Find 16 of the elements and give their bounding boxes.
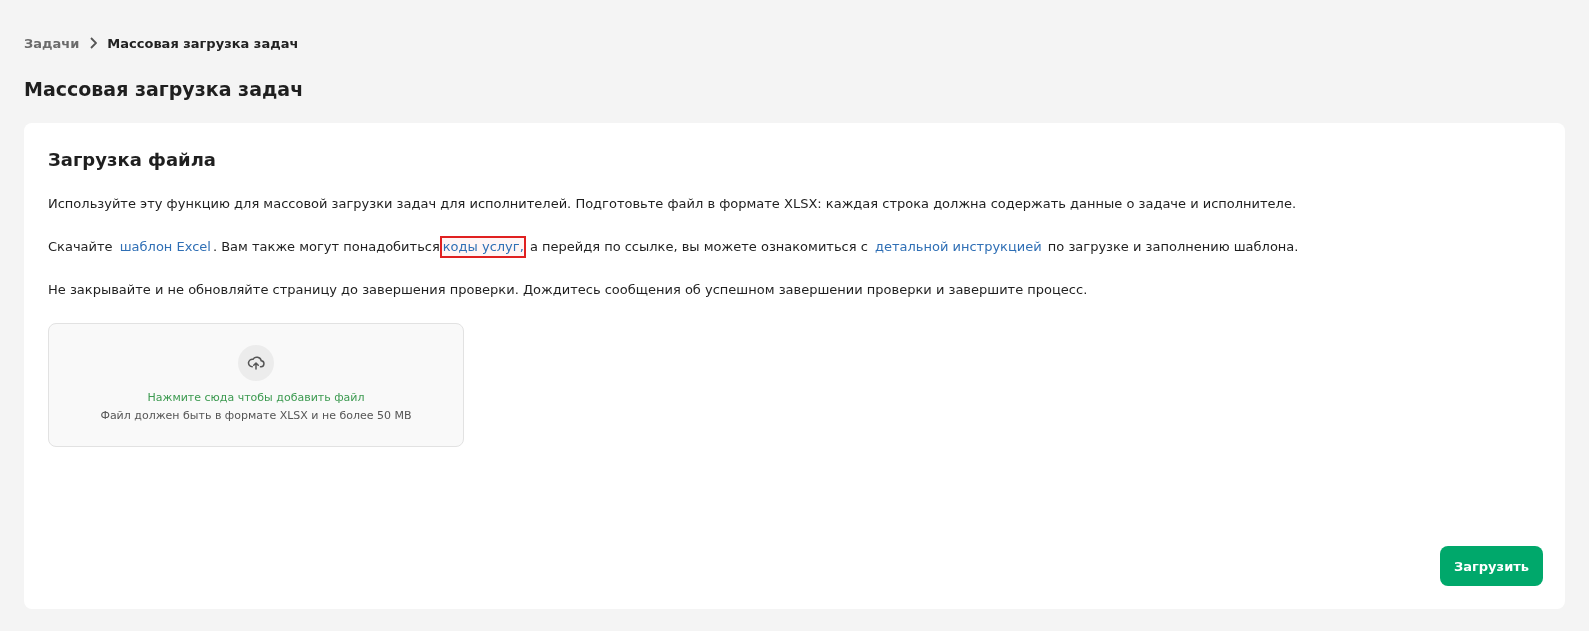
paragraph: Используйте эту функцию для массовой загрузки задач для исполнителей. Подготовьте файл в формате XLSX: каждая строка должна содержать данные о задаче и исполнителе.	[48, 195, 1298, 213]
chevron-right-icon	[89, 37, 98, 49]
breadcrumb-link[interactable]: Задачи	[24, 35, 80, 51]
upload-cloud-icon	[238, 345, 274, 381]
breadcrumb-current: Массовая загрузка задач	[107, 35, 299, 51]
file-dropzone[interactable]: Нажмите сюда чтобы добавить файл Файл должен быть в формате XLSX и не более 50 MB	[48, 323, 464, 447]
paragraph: Скачайте шаблон Excel. Вам также могут понадобиться коды услуг, а перейдя по ссылке, вы можете ознакомиться с детальной инструкцией по загрузке и заполнению шаблона.	[48, 236, 1543, 258]
dropzone-hint-text: Файл должен быть в формате XLSX и не более 50 MB	[100, 408, 412, 424]
card-title: Загрузка файла	[48, 148, 217, 172]
text-link[interactable]: шаблон Excel	[116, 236, 213, 258]
text-link[interactable]: коды услуг,	[439, 236, 526, 258]
paragraph: Не закрывайте и не обновляйте страницу до завершения проверки. Дождитесь сообщения об успешном завершении проверки и завершите процесс.	[48, 281, 1089, 299]
dropzone-action-text: Нажмите сюда чтобы добавить файл	[147, 390, 365, 406]
text-link[interactable]: детальной инструкцией	[871, 236, 1044, 258]
upload-button[interactable]: Загрузить	[1440, 546, 1543, 586]
page-title: Массовая загрузка задач	[24, 77, 305, 102]
